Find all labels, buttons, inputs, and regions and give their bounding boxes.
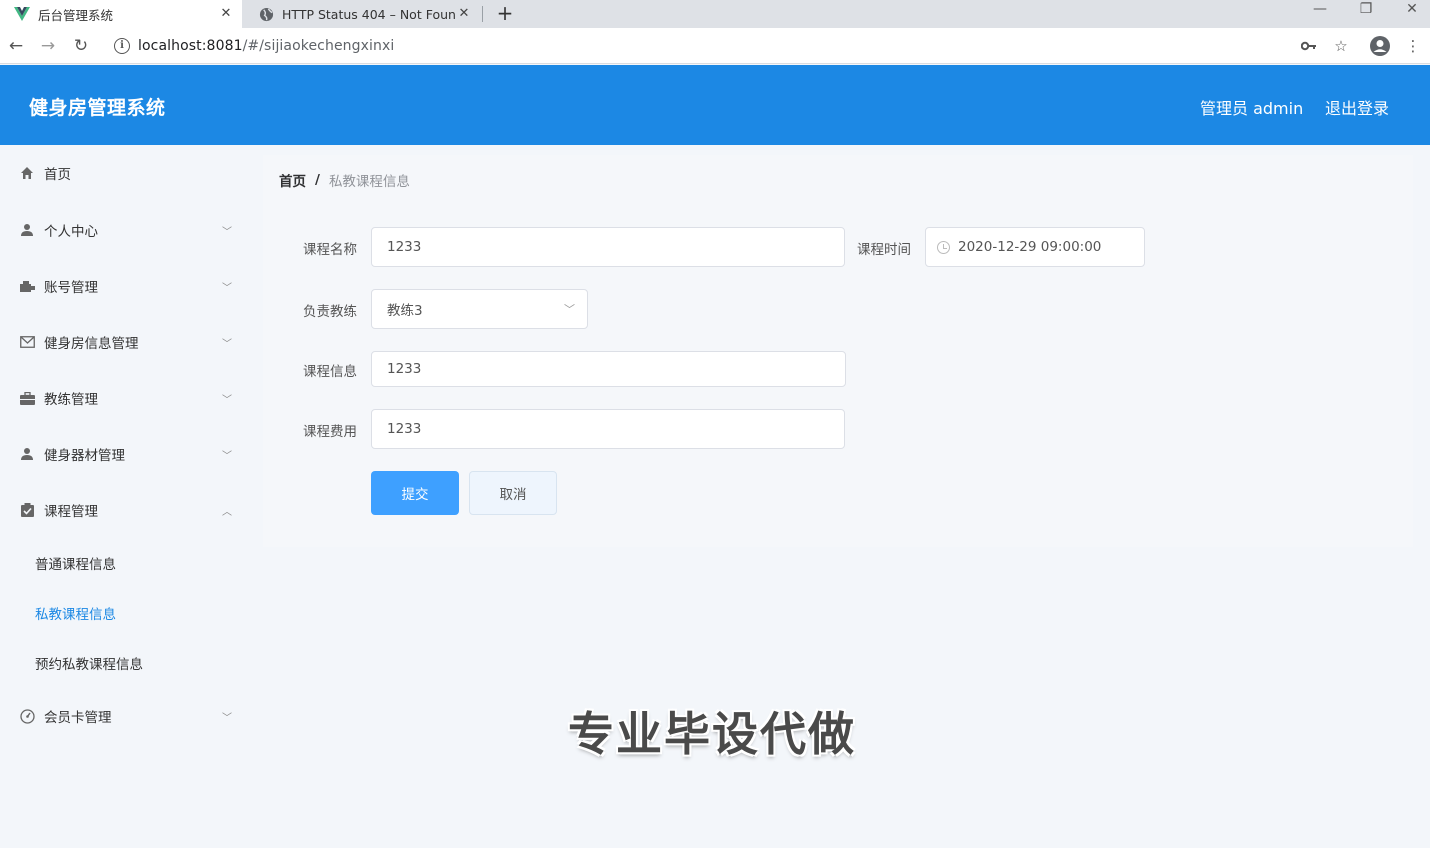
watermark-text: 专业毕设代做: [568, 707, 856, 761]
chevron-down-icon: ﹀: [222, 282, 232, 294]
tab-title: 后台管理系统: [38, 7, 114, 23]
course-info-label: 课程信息: [303, 364, 357, 380]
browser-tab-bar: 后台管理系统 ✕ HTTP Status 404 – Not Found ✕ +…: [0, 0, 1430, 28]
tab-title: HTTP Status 404 – Not Found: [282, 6, 456, 22]
tab-close-icon[interactable]: ✕: [218, 6, 234, 22]
sidebar-item-label: 课程管理: [44, 504, 98, 520]
sidebar: 首页 个人中心 ﹀ 账号管理 ﹀ 健身房信息管理 ﹀ 教练管理 ﹀ 健身器材管理…: [0, 145, 255, 848]
coach-selected-value: 教练3: [387, 303, 423, 319]
sidebar-item-label: 健身房信息管理: [44, 336, 139, 352]
course-time-value: 2020-12-29 09:00:00: [958, 239, 1102, 255]
breadcrumb-separator: /: [315, 172, 320, 188]
clock-icon: [937, 240, 950, 254]
cancel-button[interactable]: 取消: [469, 471, 557, 515]
chevron-down-icon: ﹀: [564, 303, 575, 316]
sidebar-item-coach[interactable]: 教练管理 ﹀: [0, 370, 255, 426]
menu-kebab-icon[interactable]: ⋮: [1402, 35, 1424, 57]
app-header: 健身房管理系统 管理员 admin 退出登录: [0, 65, 1430, 145]
url-host: localhost:8081: [138, 38, 243, 54]
sidebar-subitem-booking[interactable]: 预约私教课程信息: [35, 653, 143, 673]
sidebar-item-account[interactable]: 账号管理 ﹀: [0, 258, 255, 314]
sidebar-item-label: 个人中心: [44, 224, 98, 240]
new-tab-icon[interactable]: +: [494, 2, 516, 24]
profile-avatar-icon[interactable]: [1369, 35, 1391, 57]
sidebar-item-home[interactable]: 首页: [0, 145, 255, 201]
sidebar-item-course[interactable]: 课程管理 ︿: [0, 482, 255, 538]
chevron-down-icon: ﹀: [222, 394, 232, 406]
browser-address-bar: ← → ↻ i localhost:8081/#/sijiaokechengxi…: [0, 28, 1430, 64]
course-fee-value: 1233: [387, 421, 422, 437]
course-name-value: 1233: [387, 239, 422, 255]
breadcrumb-current: 私教课程信息: [328, 174, 410, 190]
course-info-input[interactable]: 1233: [371, 351, 846, 387]
chevron-up-icon: ︿: [222, 506, 232, 518]
chevron-down-icon: ﹀: [222, 226, 232, 238]
tab-separator: [482, 6, 483, 22]
course-name-label: 课程名称: [303, 242, 357, 258]
sidebar-item-gym-info[interactable]: 健身房信息管理 ﹀: [0, 314, 255, 370]
course-name-input[interactable]: 1233: [371, 227, 845, 267]
tab-close-icon[interactable]: ✕: [456, 6, 472, 22]
course-time-label: 课程时间: [857, 242, 911, 258]
breadcrumb-home[interactable]: 首页: [279, 170, 306, 190]
sidebar-subitem-private-course[interactable]: 私教课程信息: [35, 603, 116, 623]
sidebar-item-label: 会员卡管理: [44, 710, 112, 726]
app-title: 健身房管理系统: [29, 97, 166, 119]
mail-icon: [19, 334, 35, 350]
sidebar-item-personal[interactable]: 个人中心 ﹀: [0, 202, 255, 258]
course-fee-label: 课程费用: [303, 424, 357, 440]
globe-icon: [258, 6, 274, 22]
restore-icon[interactable]: ❐: [1346, 0, 1386, 24]
sidebar-item-label: 教练管理: [44, 392, 98, 408]
logout-link[interactable]: 退出登录: [1325, 95, 1389, 119]
chevron-down-icon: ﹀: [222, 450, 232, 462]
current-user: 管理员 admin: [1200, 99, 1304, 118]
back-icon[interactable]: ←: [6, 36, 26, 56]
speedometer-icon: [19, 708, 35, 724]
account-icon: [19, 278, 35, 294]
briefcase-icon: [19, 390, 35, 406]
sidebar-item-label: 首页: [44, 167, 71, 183]
minimize-icon[interactable]: —: [1300, 0, 1340, 24]
chevron-down-icon: ﹀: [222, 338, 232, 350]
key-icon[interactable]: [1298, 35, 1320, 57]
reload-icon[interactable]: ↻: [71, 36, 91, 56]
clipboard-icon: [19, 502, 35, 518]
sidebar-item-equipment[interactable]: 健身器材管理 ﹀: [0, 426, 255, 482]
vue-logo-icon: [14, 6, 30, 22]
info-icon[interactable]: i: [114, 38, 130, 54]
course-time-picker[interactable]: 2020-12-29 09:00:00: [925, 227, 1145, 267]
browser-tab-inactive[interactable]: HTTP Status 404 – Not Found ✕: [244, 0, 480, 28]
coach-label: 负责教练: [303, 304, 357, 320]
sidebar-subitem-regular-course[interactable]: 普通课程信息: [35, 553, 116, 573]
url-field[interactable]: i localhost:8081/#/sijiaokechengxinxi: [104, 32, 1360, 60]
sidebar-item-label: 账号管理: [44, 280, 98, 296]
sidebar-item-label: 健身器材管理: [44, 448, 125, 464]
forward-icon[interactable]: →: [38, 36, 58, 56]
home-icon: [19, 165, 35, 181]
coach-select[interactable]: 教练3 ﹀: [371, 289, 588, 329]
close-window-icon[interactable]: ✕: [1392, 0, 1430, 24]
course-fee-input[interactable]: 1233: [371, 409, 845, 449]
submit-button[interactable]: 提交: [371, 471, 459, 515]
browser-tab-active[interactable]: 后台管理系统 ✕: [0, 0, 242, 28]
user-icon: [19, 446, 35, 462]
star-icon[interactable]: ☆: [1330, 35, 1352, 57]
course-info-value: 1233: [387, 361, 422, 377]
sidebar-item-member-card[interactable]: 会员卡管理 ﹀: [0, 688, 255, 744]
breadcrumb: 首页 / 私教课程信息: [263, 155, 1413, 205]
chevron-down-icon: ﹀: [222, 712, 232, 724]
user-icon: [19, 222, 35, 238]
url-path: /#/sijiaokechengxinxi: [242, 38, 395, 54]
